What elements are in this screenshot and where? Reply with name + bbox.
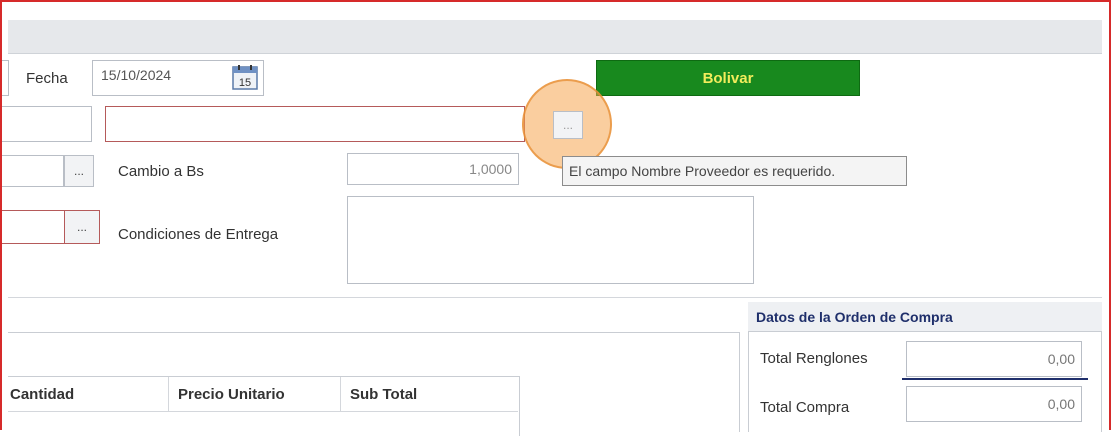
column-sub-total[interactable]: Sub Total	[350, 386, 417, 403]
left-cut-field-4[interactable]	[2, 210, 66, 244]
total-renglones-label: Total Renglones	[760, 350, 868, 367]
grid-col-sep-2	[340, 377, 341, 411]
validation-tooltip: El campo Nombre Proveedor es requerido.	[562, 156, 907, 186]
lookup-button-3[interactable]: ...	[64, 155, 94, 187]
items-grid	[8, 376, 520, 436]
condiciones-textarea[interactable]	[347, 196, 754, 284]
total-compra-value[interactable]: 0,00	[906, 386, 1082, 422]
calendar-icon[interactable]: 15	[231, 63, 259, 91]
cambio-input[interactable]: 1,0000	[347, 153, 519, 185]
svg-text:15: 15	[239, 77, 251, 89]
total-compra-label: Total Compra	[760, 399, 850, 416]
column-precio-unitario[interactable]: Precio Unitario	[178, 386, 285, 403]
total-renglones-value[interactable]: 0,00	[906, 341, 1082, 377]
supplier-search-button[interactable]: ...	[553, 111, 583, 139]
header-bar	[8, 20, 1102, 54]
section-divider	[8, 297, 1102, 298]
column-cantidad[interactable]: Cantidad	[10, 386, 160, 403]
grid-col-sep-1	[168, 377, 169, 411]
currency-bolivar-button[interactable]: Bolivar	[596, 60, 860, 96]
condiciones-label: Condiciones de Entrega	[118, 226, 279, 243]
total-separator	[902, 378, 1088, 380]
fecha-label: Fecha	[26, 70, 68, 87]
cambio-label: Cambio a Bs	[118, 163, 204, 180]
left-cut-field-3[interactable]	[2, 155, 64, 187]
grid-header-line	[8, 411, 518, 412]
lookup-button-4[interactable]: ...	[64, 210, 100, 244]
fecha-value: 15/10/2024	[101, 67, 172, 83]
left-cut-field-top[interactable]	[2, 60, 9, 96]
supplier-name-field[interactable]	[105, 106, 525, 142]
supplier-code-field[interactable]	[2, 106, 92, 142]
summary-title: Datos de la Orden de Compra	[748, 302, 1102, 332]
